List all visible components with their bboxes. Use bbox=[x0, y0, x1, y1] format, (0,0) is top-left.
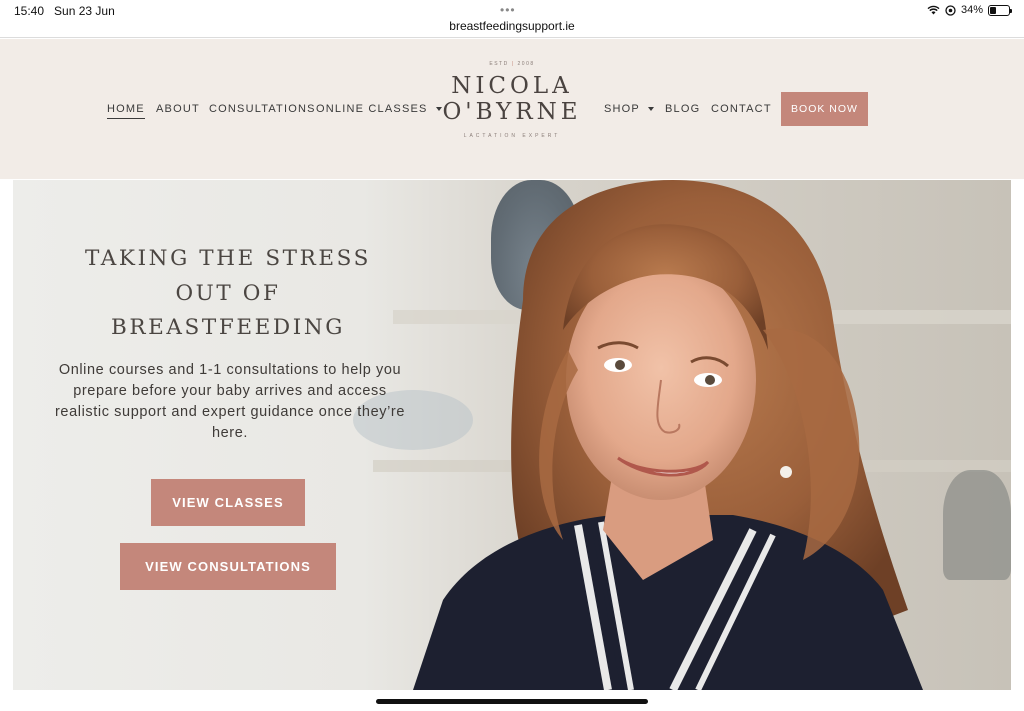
status-bar: 15:40 Sun 23 Jun ••• breastfeedingsuppor… bbox=[0, 0, 1024, 38]
site-header: HOME ABOUT CONSULTATIONS ONLINE CLASSES … bbox=[0, 39, 1024, 179]
nav-online-classes-label: ONLINE CLASSES bbox=[316, 103, 428, 115]
nav-about[interactable]: ABOUT bbox=[156, 103, 200, 115]
hero-heading-line2: OUT OF bbox=[175, 280, 281, 306]
logo-name-line2: O'BYRNE bbox=[442, 99, 582, 125]
hero-heading-line3: BREASTFEEDING bbox=[110, 315, 346, 340]
view-classes-button[interactable]: VIEW CLASSES bbox=[151, 479, 305, 526]
hero-heading: TAKING THE STRESS OUT OF BREASTFEEDING bbox=[53, 242, 403, 346]
hero-section: TAKING THE STRESS OUT OF BREASTFEEDING O… bbox=[13, 180, 1011, 690]
hero-heading-line1: TAKING THE STRESS bbox=[85, 246, 371, 271]
nav-online-classes[interactable]: ONLINE CLASSES bbox=[316, 103, 442, 115]
site-logo[interactable]: ESTD | 2008 NICOLA O'BYRNE LACTATION EXPER… bbox=[440, 61, 584, 139]
nav-consultations[interactable]: CONSULTATIONS bbox=[209, 103, 316, 115]
hero-subtitle: Online courses and 1-1 consultations to … bbox=[55, 362, 405, 441]
status-clock: 15:40 bbox=[14, 4, 45, 18]
location-icon bbox=[945, 4, 956, 16]
wifi-icon bbox=[927, 5, 940, 15]
nav-contact[interactable]: CONTACT bbox=[711, 103, 772, 115]
logo-tagline: LACTATION EXPERT bbox=[463, 133, 561, 139]
chevron-down-icon bbox=[647, 107, 654, 112]
home-indicator[interactable] bbox=[376, 699, 648, 704]
battery-percent: 34% bbox=[960, 4, 983, 16]
view-consultations-button[interactable]: VIEW CONSULTATIONS bbox=[120, 543, 336, 590]
address-bar-url[interactable]: breastfeedingsupport.ie bbox=[0, 19, 1024, 33]
nav-shop[interactable]: SHOP bbox=[604, 103, 654, 115]
nav-home[interactable]: HOME bbox=[107, 103, 145, 119]
hero-portrait-image bbox=[413, 180, 923, 690]
status-date: Sun 23 Jun bbox=[54, 4, 115, 18]
logo-established: ESTD | 2008 bbox=[489, 61, 535, 67]
status-indicators: 34% bbox=[927, 4, 1012, 16]
status-time: 15:40 Sun 23 Jun bbox=[14, 4, 115, 18]
logo-estd-label: ESTD bbox=[489, 61, 509, 67]
nav-blog[interactable]: BLOG bbox=[665, 103, 700, 115]
nav-shop-label: SHOP bbox=[604, 103, 640, 115]
logo-name-line1: NICOLA bbox=[451, 73, 573, 99]
more-dots-icon[interactable]: ••• bbox=[500, 3, 516, 17]
book-now-button[interactable]: BOOK NOW bbox=[781, 92, 868, 126]
battery-icon bbox=[988, 4, 1012, 16]
background-vase bbox=[943, 470, 1011, 580]
logo-year: 2008 bbox=[517, 61, 535, 67]
